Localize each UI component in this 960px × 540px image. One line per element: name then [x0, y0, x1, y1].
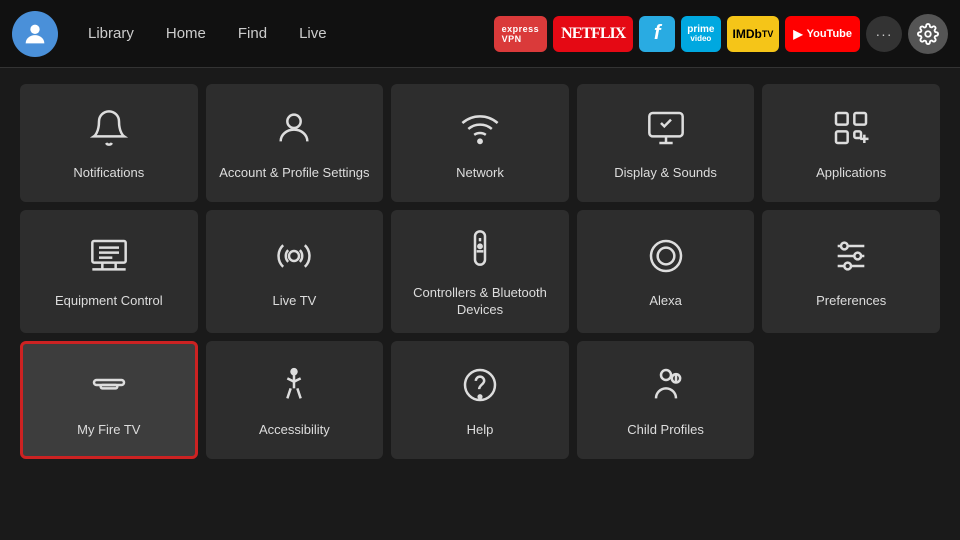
tile-display-sounds[interactable]: Display & Sounds: [577, 84, 755, 202]
nav-find[interactable]: Find: [224, 19, 281, 48]
tile-preferences-label: Preferences: [816, 293, 886, 310]
settings-grid: Notifications Account & Profile Settings…: [20, 84, 940, 459]
firetv-icon: [89, 365, 129, 410]
main-nav: Library Home Find Live: [74, 19, 341, 48]
tile-my-fire-tv[interactable]: My Fire TV: [20, 341, 198, 459]
nav-live[interactable]: Live: [285, 19, 341, 48]
app-freevee[interactable]: f: [639, 16, 675, 52]
wifi-icon: [460, 108, 500, 153]
tile-accessibility-label: Accessibility: [259, 422, 330, 439]
tile-help[interactable]: Help: [391, 341, 569, 459]
nav-home[interactable]: Home: [152, 19, 220, 48]
remote-icon: [460, 228, 500, 273]
tile-child-profiles-label: Child Profiles: [627, 422, 704, 439]
bell-icon: [89, 108, 129, 153]
tile-my-fire-tv-label: My Fire TV: [77, 422, 140, 439]
tile-equipment-control-label: Equipment Control: [55, 293, 163, 310]
tile-live-tv-label: Live TV: [272, 293, 316, 310]
tile-help-label: Help: [467, 422, 494, 439]
accessibility-icon: [274, 365, 314, 410]
tile-display-sounds-label: Display & Sounds: [614, 165, 717, 182]
apps-icon: [831, 108, 871, 153]
topbar: Library Home Find Live expressVPN NETFLI…: [0, 0, 960, 68]
tile-live-tv[interactable]: Live TV: [206, 210, 384, 333]
tile-network-label: Network: [456, 165, 504, 182]
app-imdb-tv[interactable]: IMDbTV: [727, 16, 780, 52]
app-netflix[interactable]: NETFLIX: [553, 16, 633, 52]
person-icon: [274, 108, 314, 153]
settings-area: Notifications Account & Profile Settings…: [0, 68, 960, 475]
tile-applications[interactable]: Applications: [762, 84, 940, 202]
tile-equipment-control[interactable]: Equipment Control: [20, 210, 198, 333]
tile-applications-label: Applications: [816, 165, 886, 182]
tile-account-label: Account & Profile Settings: [219, 165, 369, 182]
tile-preferences[interactable]: Preferences: [762, 210, 940, 333]
nav-library[interactable]: Library: [74, 19, 148, 48]
app-youtube[interactable]: ▶YouTube: [785, 16, 860, 52]
app-expressvpn[interactable]: expressVPN: [494, 16, 548, 52]
more-apps-button[interactable]: ···: [866, 16, 902, 52]
tile-controllers-bluetooth-label: Controllers & Bluetooth Devices: [401, 285, 559, 319]
tile-accessibility[interactable]: Accessibility: [206, 341, 384, 459]
antenna-icon: [274, 236, 314, 281]
display-icon: [646, 108, 686, 153]
sliders-icon: [831, 236, 871, 281]
settings-button[interactable]: [908, 14, 948, 54]
tile-alexa[interactable]: Alexa: [577, 210, 755, 333]
user-avatar[interactable]: [12, 11, 58, 57]
app-shortcuts: expressVPN NETFLIX f prime video IMDbTV …: [494, 14, 948, 54]
tile-network[interactable]: Network: [391, 84, 569, 202]
alexa-icon: [646, 236, 686, 281]
tile-child-profiles[interactable]: Child Profiles: [577, 341, 755, 459]
tile-alexa-label: Alexa: [649, 293, 682, 310]
app-prime-video[interactable]: prime video: [681, 16, 720, 52]
tile-controllers-bluetooth[interactable]: Controllers & Bluetooth Devices: [391, 210, 569, 333]
tile-account[interactable]: Account & Profile Settings: [206, 84, 384, 202]
child-icon: [646, 365, 686, 410]
monitor-icon: [89, 236, 129, 281]
help-icon: [460, 365, 500, 410]
tile-notifications-label: Notifications: [73, 165, 144, 182]
tile-notifications[interactable]: Notifications: [20, 84, 198, 202]
